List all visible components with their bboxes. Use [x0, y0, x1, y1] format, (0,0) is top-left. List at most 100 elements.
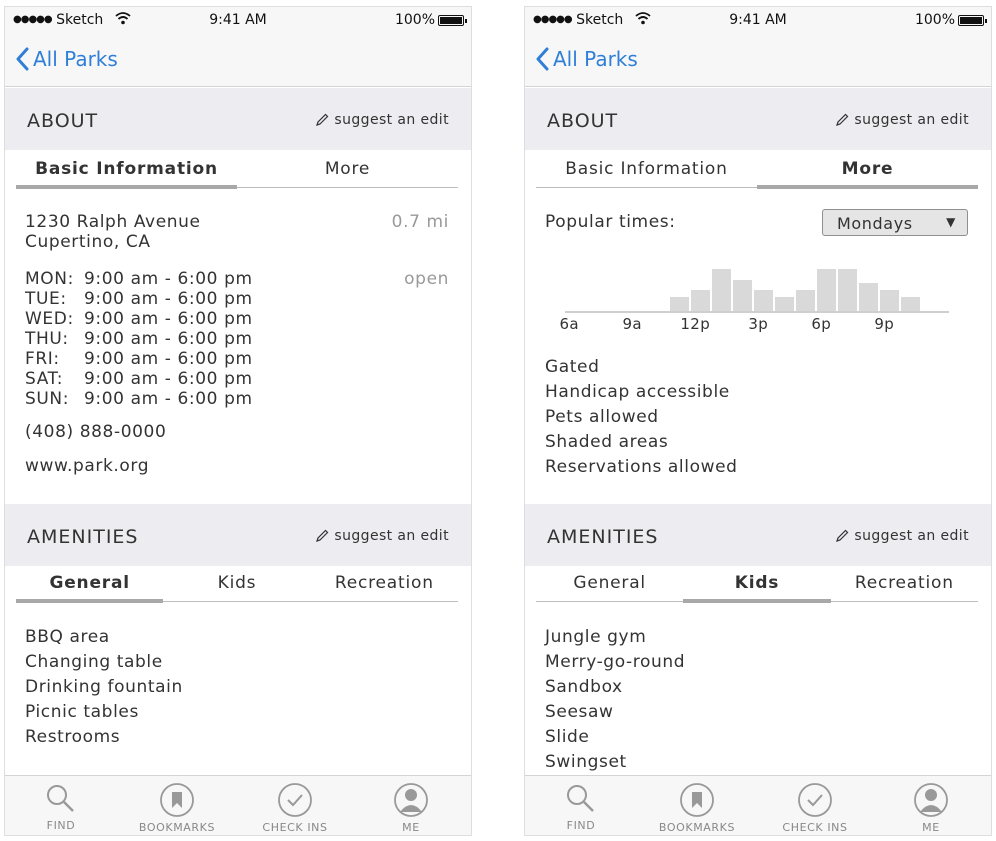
- tabbar-me[interactable]: ME: [363, 782, 459, 834]
- hours-day: THU:: [25, 329, 69, 349]
- suggest-edit-label: suggest an edit: [854, 528, 969, 544]
- tabbar-label: FIND: [46, 819, 76, 832]
- list-item: Merry-go-round: [545, 652, 686, 672]
- suggest-edit-button[interactable]: suggest an edit: [315, 528, 449, 544]
- phone-number-link[interactable]: (408) 888-0000: [25, 422, 166, 442]
- tab-basic-information[interactable]: Basic Information: [536, 150, 757, 187]
- suggest-edit-button[interactable]: suggest an edit: [835, 528, 969, 544]
- list-item: Sandbox: [545, 677, 623, 697]
- nav-bar: All Parks: [5, 33, 471, 87]
- back-label: All Parks: [33, 47, 118, 71]
- list-item: Picnic tables: [25, 702, 139, 722]
- chart-tick-label: 6a: [559, 315, 580, 333]
- phone-screen-more-info: ●●●●● Sketch 9:41 AM 100% All Parks ABOU…: [524, 6, 992, 836]
- bookmark-icon: [160, 783, 194, 817]
- hours-day: MON:: [25, 269, 74, 289]
- amenities-tabs: General Kids Recreation: [16, 564, 458, 603]
- hours-day: SUN:: [25, 389, 70, 409]
- tab-basic-information[interactable]: Basic Information: [16, 150, 237, 189]
- tab-recreation[interactable]: Recreation: [831, 564, 978, 601]
- day-select-value: Mondays: [837, 214, 913, 233]
- battery-percent: 100%: [394, 12, 435, 28]
- search-icon: [47, 785, 74, 812]
- hours-row: SUN: 9:00 am - 6:00 pm: [25, 389, 253, 409]
- chart-bar: [796, 290, 815, 311]
- website-link[interactable]: www.park.org: [25, 456, 149, 476]
- tabbar-label: CHECK INS: [262, 821, 328, 834]
- tabbar-bookmarks[interactable]: BOOKMARKS: [649, 782, 745, 834]
- tab-recreation[interactable]: Recreation: [311, 564, 458, 601]
- about-header: ABOUT suggest an edit: [525, 88, 991, 150]
- suggest-edit-button[interactable]: suggest an edit: [835, 112, 969, 128]
- amenities-title: AMENITIES: [27, 526, 139, 548]
- user-icon: [394, 783, 428, 817]
- chevron-left-icon: [16, 47, 29, 71]
- tabbar-me[interactable]: ME: [883, 782, 979, 834]
- pencil-icon: [836, 529, 849, 542]
- list-item: Restrooms: [25, 727, 121, 747]
- tabbar-check-ins[interactable]: CHECK INS: [247, 782, 343, 834]
- back-button[interactable]: All Parks: [535, 47, 638, 71]
- chart-bar: [880, 290, 899, 311]
- amenities-kids-list: Jungle gym Merry-go-round Sandbox Seesaw…: [545, 625, 685, 775]
- hours-row: WED: 9:00 am - 6:00 pm: [25, 309, 253, 329]
- hours-row: SAT: 9:00 am - 6:00 pm: [25, 369, 253, 389]
- list-item: Slide: [545, 727, 590, 747]
- tab-more[interactable]: More: [237, 150, 458, 187]
- tab-kids[interactable]: Kids: [163, 564, 310, 601]
- tab-more[interactable]: More: [757, 150, 978, 189]
- hours-time: 9:00 am - 6:00 pm: [84, 369, 253, 389]
- chart-tick-label: 12p: [680, 315, 711, 333]
- tab-bar: FIND BOOKMARKS CHECK INS ME: [525, 775, 991, 835]
- list-item: Gated: [545, 357, 600, 377]
- address-line-2: Cupertino, CA: [25, 232, 151, 252]
- status-bar: ●●●●● Sketch 9:41 AM 100%: [525, 7, 991, 33]
- suggest-edit-button[interactable]: suggest an edit: [315, 112, 449, 128]
- day-select-dropdown[interactable]: Mondays ▼: [822, 209, 968, 236]
- checkmark-icon: [278, 783, 312, 817]
- battery-icon: [438, 15, 467, 26]
- list-item: Swingset: [545, 752, 627, 772]
- amenities-tabs: General Kids Recreation: [536, 564, 978, 603]
- tabbar-find[interactable]: FIND: [533, 782, 629, 832]
- user-icon: [914, 783, 948, 817]
- status-bar: ●●●●● Sketch 9:41 AM 100%: [5, 7, 471, 33]
- list-item: Handicap accessible: [545, 382, 730, 402]
- list-item: Shaded areas: [545, 432, 669, 452]
- tab-general[interactable]: General: [16, 564, 164, 603]
- tabbar-find[interactable]: FIND: [13, 782, 109, 832]
- open-status: open: [404, 269, 449, 289]
- hours-day: FRI:: [25, 349, 60, 369]
- tabbar-label: BOOKMARKS: [138, 821, 216, 834]
- amenities-title: AMENITIES: [547, 526, 659, 548]
- tabbar-bookmarks[interactable]: BOOKMARKS: [129, 782, 225, 834]
- about-tabs: Basic Information More: [16, 150, 458, 189]
- back-button[interactable]: All Parks: [15, 47, 118, 71]
- suggest-edit-label: suggest an edit: [334, 112, 449, 128]
- distance: 0.7 mi: [391, 212, 449, 232]
- pencil-icon: [316, 113, 329, 126]
- chart-tick-label: 6p: [811, 315, 832, 333]
- chart-baseline: [565, 311, 949, 313]
- chart-bar: [754, 290, 773, 311]
- pencil-icon: [836, 113, 849, 126]
- chart-tick-label: 3p: [748, 315, 769, 333]
- tabbar-label: CHECK INS: [782, 821, 848, 834]
- chart-bar: [817, 269, 836, 311]
- amenities-header: AMENITIES suggest an edit: [5, 504, 471, 566]
- list-item: Drinking fountain: [25, 677, 183, 697]
- hours-row: TUE: 9:00 am - 6:00 pm: [25, 289, 253, 309]
- hours-row: THU: 9:00 am - 6:00 pm: [25, 329, 253, 349]
- battery-icon: [958, 15, 987, 26]
- tabbar-check-ins[interactable]: CHECK INS: [767, 782, 863, 834]
- about-tabs: Basic Information More: [536, 150, 978, 189]
- features-list: Gated Handicap accessible Pets allowed S…: [545, 355, 738, 480]
- amenities-header: AMENITIES suggest an edit: [525, 504, 991, 566]
- tab-kids[interactable]: Kids: [683, 564, 831, 603]
- chevron-left-icon: [536, 47, 549, 71]
- tabbar-label: BOOKMARKS: [658, 821, 736, 834]
- hours-row: FRI: 9:00 am - 6:00 pm: [25, 349, 253, 369]
- tab-general[interactable]: General: [536, 564, 683, 601]
- about-title: ABOUT: [547, 110, 619, 132]
- hours-day: TUE:: [25, 289, 67, 309]
